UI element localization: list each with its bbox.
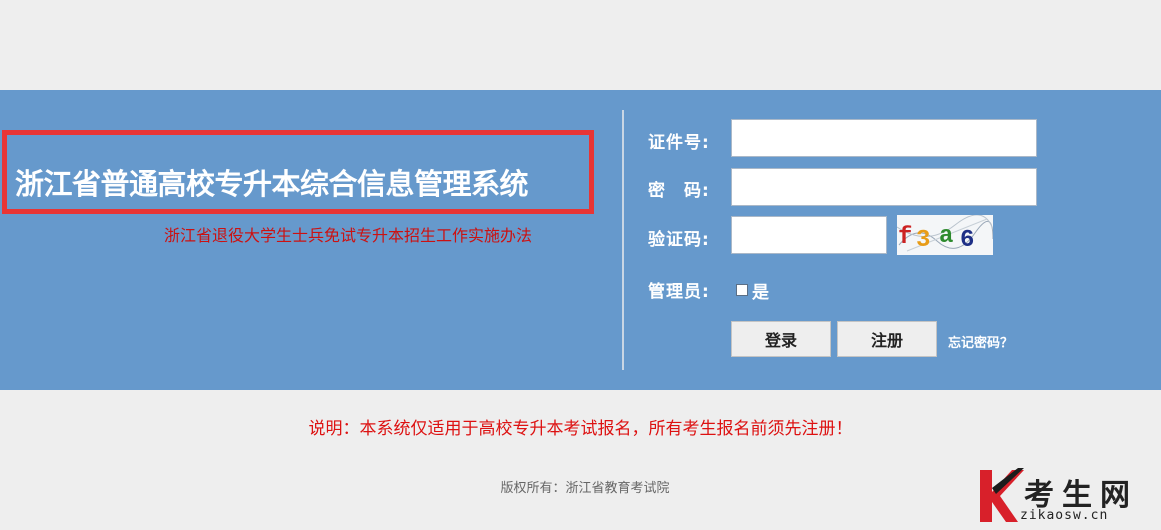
id-number-label: 证件号: [648, 133, 710, 153]
login-button[interactable]: 登录 [731, 321, 831, 357]
captcha-char-1: f [898, 224, 912, 251]
registration-notice: 说明：本系统仅适用于高校专升本考试报名，所有考生报名前须先注册！ [308, 419, 853, 439]
forgot-password-link[interactable]: 忘记密码？ [948, 332, 1013, 351]
admin-checkbox-label: 是 [752, 283, 769, 303]
login-banner: 浙江省普通高校专升本综合信息管理系统 浙江省退役大学生士兵免试专升本招生工作实施… [0, 90, 1161, 390]
system-title: 浙江省普通高校专升本综合信息管理系统 [15, 167, 529, 201]
captcha-char-4: 6 [960, 227, 974, 254]
password-input[interactable] [731, 168, 1037, 206]
site-watermark: 考生网 zikaosw.cn [978, 466, 1161, 530]
k-logo-icon [980, 468, 1024, 522]
policy-link[interactable]: 浙江省退役大学生士兵免试专升本招生工作实施办法 [164, 222, 532, 246]
password-label: 密 码: [648, 181, 710, 201]
captcha-label: 验证码: [648, 230, 710, 250]
captcha-char-3: a [939, 223, 953, 250]
captcha-image[interactable]: f 3 a 6 [897, 215, 993, 255]
register-button[interactable]: 注册 [837, 321, 937, 357]
admin-checkbox[interactable] [736, 284, 748, 296]
captcha-input[interactable] [731, 216, 887, 254]
vertical-divider [622, 110, 624, 370]
title-frame: 浙江省普通高校专升本综合信息管理系统 [2, 130, 594, 214]
admin-label: 管理员: [648, 282, 710, 302]
captcha-char-2: 3 [916, 227, 930, 254]
id-number-input[interactable] [731, 119, 1037, 157]
watermark-url: zikaosw.cn [1020, 508, 1109, 523]
svg-text:f 3 a: f 3 a 6 [898, 223, 974, 254]
